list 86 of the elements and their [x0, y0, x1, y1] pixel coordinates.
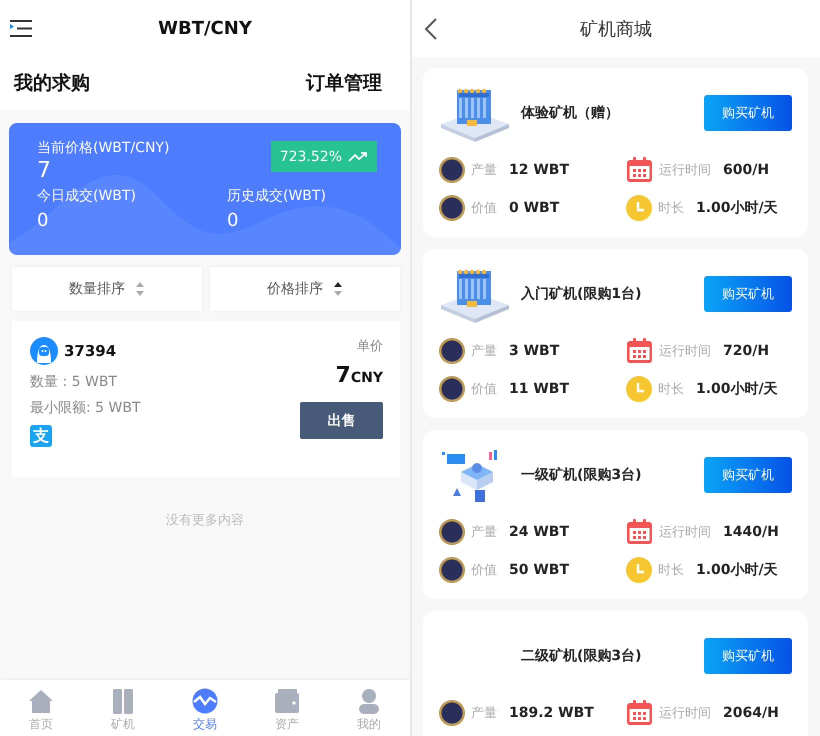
clock-icon — [626, 376, 652, 402]
history-volume-value: 0 — [227, 209, 240, 233]
calendar-icon — [626, 699, 653, 726]
stat-label: 产量 — [471, 162, 497, 178]
avatar-icon — [30, 337, 58, 365]
sort-button[interactable]: 数量排序 — [12, 267, 202, 311]
miner-name: 一级矿机(限购3台) — [521, 466, 643, 484]
trend-up-icon — [348, 152, 368, 162]
coin-icon — [439, 557, 465, 583]
stat-value: 3 WBT — [509, 342, 560, 358]
stat-label: 运行时间 — [659, 162, 711, 178]
nav-tab[interactable]: 资产 — [257, 680, 317, 736]
coin-icon — [439, 156, 465, 182]
stat-label: 时长 — [658, 381, 684, 398]
price-label: 当前价格(WBT/CNY) — [37, 139, 170, 157]
unit-price-value: 7 — [336, 363, 351, 388]
user-id: 37394 — [64, 342, 116, 360]
coin-icon — [439, 518, 465, 544]
today-volume-value: 0 — [37, 209, 50, 233]
page-title: 矿机商城 — [580, 18, 652, 40]
coin-icon — [439, 338, 465, 364]
stat-value: 50 WBT — [509, 562, 570, 578]
stat-label: 运行时间 — [659, 342, 711, 360]
stat-value: 600/H — [723, 162, 770, 178]
stat-label: 运行时间 — [659, 524, 711, 540]
stat-value: 720/H — [723, 342, 770, 358]
back-icon[interactable] — [424, 18, 438, 40]
buy-miner-button[interactable]: 购买矿机 — [704, 95, 792, 131]
miner-icon — [110, 688, 136, 714]
user-icon — [356, 688, 382, 714]
stat-value: 2064/H — [723, 704, 779, 720]
stat-value: 1440/H — [723, 524, 779, 540]
sell-button[interactable]: 出售 — [300, 402, 383, 439]
stat-value: 0 WBT — [509, 200, 560, 216]
payment-icon: 支 — [30, 425, 52, 447]
change-badge: 723.52% — [270, 141, 377, 172]
nav-tab[interactable]: 我的 — [339, 680, 399, 736]
clock-icon — [626, 195, 652, 221]
stat-label: 产量 — [471, 342, 497, 360]
history-volume-label: 历史成交(WBT) — [227, 187, 327, 205]
stat-value: 24 WBT — [509, 524, 570, 540]
my-purchase-link[interactable]: 我的求购 — [14, 70, 90, 96]
page-title: WBT/CNY — [158, 18, 252, 38]
clock-icon — [626, 557, 652, 583]
buy-miner-button[interactable]: 购买矿机 — [704, 457, 792, 493]
coin-icon — [439, 376, 465, 402]
trade-icon — [192, 688, 218, 714]
miner-name: 体验矿机（赠） — [521, 104, 620, 122]
stat-value: 1.00小时/天 — [696, 199, 778, 217]
currency-text: CNY — [350, 370, 383, 386]
coin-icon — [439, 195, 465, 221]
buy-miner-button[interactable]: 购买矿机 — [704, 276, 792, 312]
stat-label: 时长 — [658, 562, 684, 579]
stat-label: 产量 — [471, 524, 497, 540]
stat-label: 运行时间 — [659, 704, 711, 722]
miner-name: 二级矿机(限购3台) — [521, 647, 643, 665]
wallet-icon — [274, 688, 300, 714]
stat-value: 189.2 WBT — [509, 704, 594, 720]
unit-price-label: 单价 — [357, 338, 383, 355]
stat-value: 1.00小时/天 — [696, 561, 778, 579]
quantity-text: 数量 : 5 WBT — [30, 373, 118, 391]
stat-value: 11 WBT — [509, 381, 570, 397]
coin-icon — [439, 700, 465, 726]
price-value: 7 — [37, 157, 52, 185]
calendar-icon — [626, 156, 653, 183]
end-note: 没有更多内容 — [165, 512, 245, 529]
calendar-icon — [626, 518, 653, 545]
nav-tab[interactable]: 首页 — [11, 680, 71, 736]
stat-value: 1.00小时/天 — [696, 380, 778, 398]
menu-icon[interactable] — [10, 20, 32, 38]
stat-label: 价值 — [471, 381, 497, 398]
nav-tab[interactable]: 矿机 — [93, 680, 153, 736]
home-icon — [28, 688, 54, 714]
miner-name: 入门矿机(限购1台) — [521, 285, 643, 303]
nav-tab[interactable]: 交易 — [175, 680, 235, 736]
sort-button[interactable]: 价格排序 — [210, 267, 400, 311]
stat-value: 12 WBT — [509, 162, 570, 178]
buy-miner-button[interactable]: 购买矿机 — [704, 638, 792, 674]
calendar-icon — [626, 337, 653, 364]
stat-label: 产量 — [471, 704, 497, 722]
stat-label: 价值 — [471, 562, 497, 579]
min-limit-text: 最小限额: 5 WBT — [30, 399, 141, 417]
order-management-link[interactable]: 订单管理 — [306, 70, 382, 96]
stat-label: 时长 — [658, 200, 684, 217]
today-volume-label: 今日成交(WBT) — [37, 187, 137, 205]
stat-label: 价值 — [471, 200, 497, 217]
